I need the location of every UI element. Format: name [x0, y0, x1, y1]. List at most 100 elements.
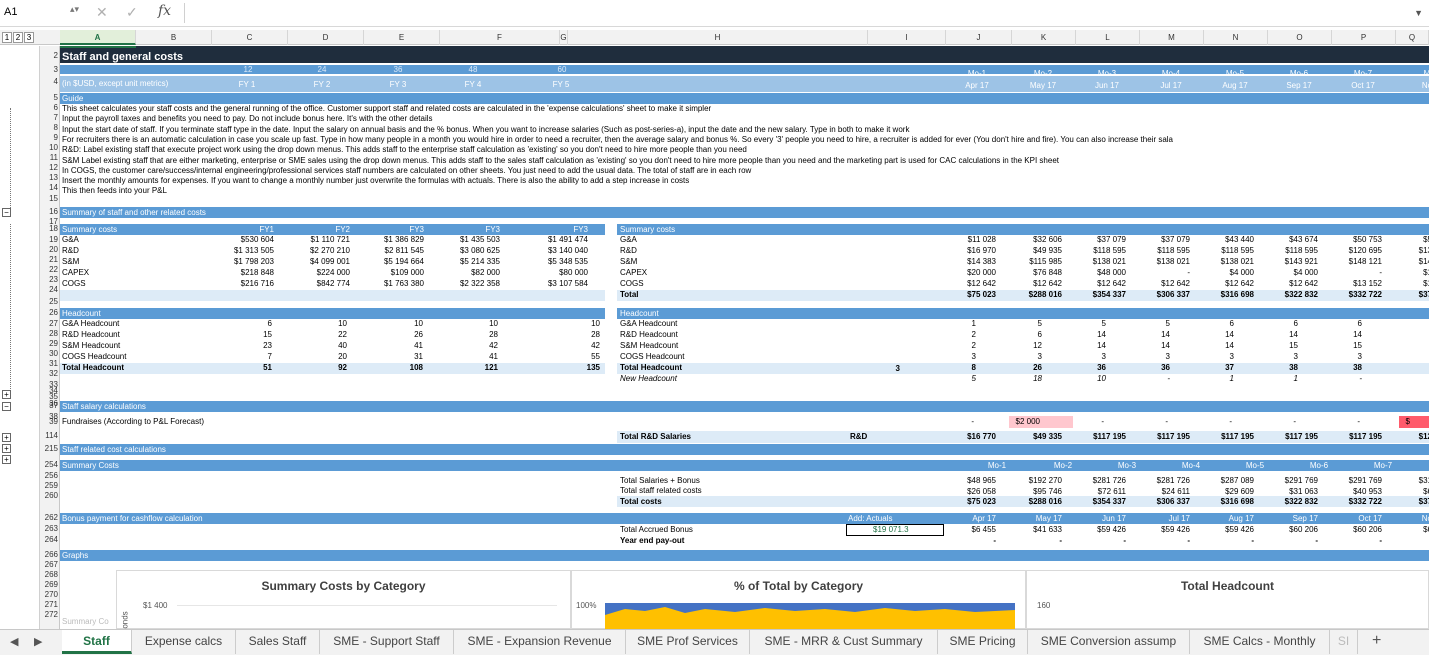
row-number[interactable]: 270: [40, 590, 58, 600]
row-number[interactable]: 13: [40, 173, 58, 183]
sheet-tab[interactable]: SI: [1330, 630, 1358, 654]
row-number[interactable]: 15: [40, 194, 58, 204]
row-number[interactable]: 262: [40, 513, 58, 523]
outline-level-1[interactable]: 1: [2, 32, 12, 43]
row-number[interactable]: 26: [40, 308, 58, 318]
col-header-d[interactable]: D: [288, 30, 364, 45]
name-box-spin-icon[interactable]: ▴▾: [70, 4, 79, 15]
col-header-f[interactable]: F: [440, 30, 560, 45]
row-number[interactable]: 27: [40, 319, 58, 329]
row-number[interactable]: 29: [40, 339, 58, 349]
sheet-tab[interactable]: SME Prof Services: [626, 630, 750, 654]
chart-total-headcount[interactable]: Total Headcount 160: [1026, 570, 1429, 629]
outline-level-2[interactable]: 2: [13, 32, 23, 43]
row-number[interactable]: 6: [40, 103, 58, 113]
row-number[interactable]: 268: [40, 570, 58, 580]
row-number[interactable]: 263: [40, 524, 58, 534]
row-number[interactable]: 22: [40, 265, 58, 275]
row-number[interactable]: 30: [40, 349, 58, 359]
row-number[interactable]: 260: [40, 491, 58, 501]
row-number[interactable]: 4: [40, 77, 58, 87]
actuals-input[interactable]: $19 071.3: [846, 524, 944, 536]
row-number[interactable]: 12: [40, 163, 58, 173]
row-number[interactable]: 8: [40, 123, 58, 133]
col-header-p[interactable]: P: [1332, 30, 1396, 45]
row-number[interactable]: 31: [40, 359, 58, 369]
expand-formula-icon[interactable]: ▼: [1414, 8, 1423, 18]
collapse-group-icon[interactable]: −: [2, 402, 11, 411]
chart-pct-total[interactable]: % of Total by Category 100%: [571, 570, 1026, 629]
row-number[interactable]: 23: [40, 275, 58, 285]
col-header-o[interactable]: O: [1268, 30, 1332, 45]
sheet-tab[interactable]: SME Calcs - Monthly: [1190, 630, 1330, 654]
col-header-q[interactable]: Q: [1396, 30, 1429, 45]
row-number[interactable]: 215: [40, 444, 58, 454]
row-number[interactable]: 254: [40, 460, 58, 470]
row-number[interactable]: 16: [40, 207, 58, 217]
chart-summary-costs[interactable]: Summary Costs by Category $1 400 onds: [116, 570, 571, 629]
outline-level-3[interactable]: 3: [24, 32, 34, 43]
row-number[interactable]: 271: [40, 600, 58, 610]
sheet-tab[interactable]: SME Conversion assump: [1028, 630, 1190, 654]
name-box[interactable]: A1: [4, 6, 17, 18]
row-number[interactable]: 19: [40, 235, 58, 245]
row-number[interactable]: 5: [40, 93, 58, 103]
formula-input[interactable]: [184, 3, 1404, 23]
row-number[interactable]: 9: [40, 133, 58, 143]
row-number[interactable]: 39: [40, 417, 58, 427]
col-header-e[interactable]: E: [364, 30, 440, 45]
expand-group-icon[interactable]: +: [2, 444, 11, 453]
row-number[interactable]: 24: [40, 285, 58, 295]
insert-function-icon[interactable]: fx: [158, 3, 171, 19]
col-header-g[interactable]: G: [560, 30, 568, 45]
row-number[interactable]: 259: [40, 481, 58, 491]
sheet-grid[interactable]: Staff and general costs 12 24 36 48 60 (…: [60, 46, 1429, 629]
sheet-tab[interactable]: Sales Staff: [236, 630, 320, 654]
col-header-j[interactable]: J: [946, 30, 1012, 45]
row-number[interactable]: 10: [40, 143, 58, 153]
col-header-m[interactable]: M: [1140, 30, 1204, 45]
row-number[interactable]: 272: [40, 610, 58, 620]
sheet-tab[interactable]: Staff: [62, 630, 132, 654]
expand-group-icon[interactable]: +: [2, 433, 11, 442]
row-number[interactable]: 256: [40, 471, 58, 481]
collapse-group-icon[interactable]: −: [2, 208, 11, 217]
row-number[interactable]: 7: [40, 113, 58, 123]
col-header-b[interactable]: B: [136, 30, 212, 45]
row-number[interactable]: 11: [40, 153, 58, 163]
row-number[interactable]: 266: [40, 550, 58, 560]
row-number[interactable]: 21: [40, 255, 58, 265]
col-header-i[interactable]: I: [868, 30, 946, 45]
row-number[interactable]: 269: [40, 580, 58, 590]
active-cell-a1[interactable]: [60, 46, 136, 48]
sheet-tab[interactable]: SME - Expansion Revenue: [454, 630, 626, 654]
sheet-tab[interactable]: SME Pricing: [938, 630, 1028, 654]
expand-group-icon[interactable]: +: [2, 390, 11, 399]
col-header-k[interactable]: K: [1012, 30, 1076, 45]
expand-group-icon[interactable]: +: [2, 455, 11, 464]
add-sheet-button[interactable]: +: [1372, 632, 1381, 650]
row-number[interactable]: 14: [40, 183, 58, 193]
row-number[interactable]: 28: [40, 329, 58, 339]
sheet-tab[interactable]: SME - MRR & Cust Summary: [750, 630, 938, 654]
row-number[interactable]: 37: [40, 401, 58, 411]
prev-sheet-icon[interactable]: ◀: [10, 635, 18, 648]
row-number[interactable]: 264: [40, 535, 58, 545]
col-header-c[interactable]: C: [212, 30, 288, 45]
col-header-a[interactable]: A: [60, 30, 136, 45]
col-header-l[interactable]: L: [1076, 30, 1140, 45]
sheet-tab[interactable]: SME - Support Staff: [320, 630, 454, 654]
row-number[interactable]: 3: [40, 65, 58, 75]
sheet-tab[interactable]: Expense calcs: [132, 630, 236, 654]
col-header-h[interactable]: H: [568, 30, 868, 45]
row-number[interactable]: 32: [40, 369, 58, 379]
col-header-n[interactable]: N: [1204, 30, 1268, 45]
row-number[interactable]: 267: [40, 560, 58, 570]
cancel-icon[interactable]: ✕: [96, 4, 108, 21]
next-sheet-icon[interactable]: ▶: [34, 635, 42, 648]
row-number[interactable]: 20: [40, 245, 58, 255]
check-icon[interactable]: ✓: [126, 4, 138, 21]
row-number[interactable]: 18: [40, 224, 58, 234]
row-number[interactable]: 25: [40, 297, 58, 307]
row-number[interactable]: 114: [40, 431, 58, 441]
